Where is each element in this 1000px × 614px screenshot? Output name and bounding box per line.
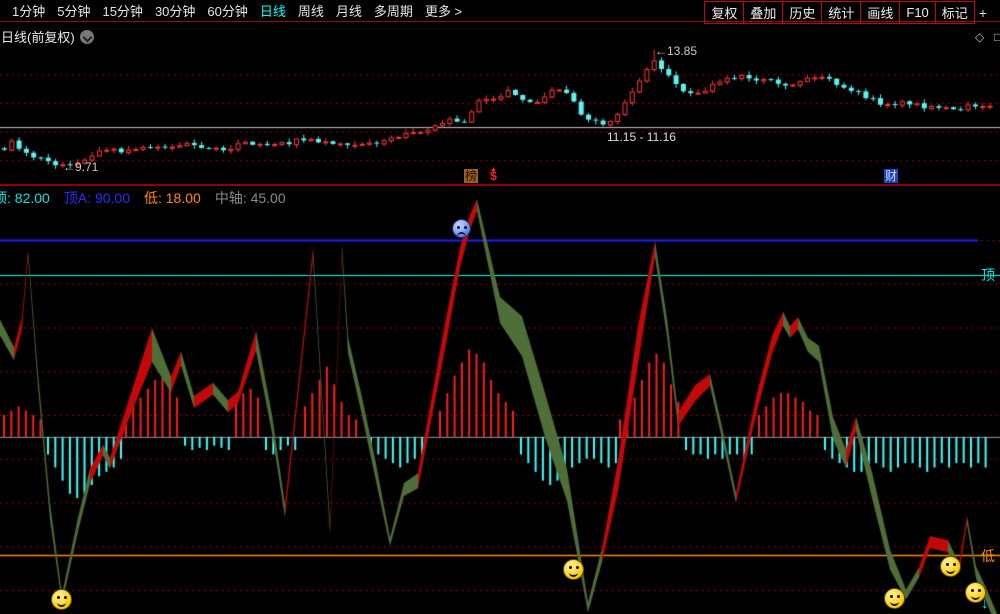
dollar-up-icon[interactable]: ▲$ xyxy=(490,167,497,180)
toolbar-button-复权[interactable]: 复权 xyxy=(704,1,744,24)
plus-button[interactable]: + xyxy=(979,5,987,21)
diamond-icon[interactable]: ◇ xyxy=(975,30,984,44)
low-price-label: ←9.71 xyxy=(63,160,98,174)
toolbar-button-标记[interactable]: 标记 xyxy=(935,1,975,24)
period-tabs: 1分钟 5分钟 15分钟 30分钟 60分钟日线周线月线多周期更多 > xyxy=(0,1,462,20)
period-tab-1分钟[interactable]: 1分钟 xyxy=(12,1,45,20)
period-toolbar: 1分钟 5分钟 15分钟 30分钟 60分钟日线周线月线多周期更多 > 复权叠加历史统计… xyxy=(0,0,1000,22)
indicator-param-低: 低: 18.00 xyxy=(144,190,201,206)
right-label-low: 低 xyxy=(981,546,995,566)
smiley-face-marker xyxy=(563,559,584,580)
panel-separator xyxy=(0,184,1000,186)
period-tab-月线[interactable]: 月线 xyxy=(336,1,362,20)
trading-app-window: 1分钟 5分钟 15分钟 30分钟 60分钟日线周线月线多周期更多 > 复权叠加历史统计… xyxy=(0,0,1000,614)
chart-title: 日线(前复权) xyxy=(1,27,75,46)
box-icon[interactable]: □ xyxy=(994,30,1000,44)
bang-badge[interactable]: 榜 xyxy=(464,169,478,183)
toolbar-button-画线[interactable]: 画线 xyxy=(860,1,900,24)
period-tab-周线[interactable]: 周线 xyxy=(298,1,324,20)
smiley-face-marker xyxy=(965,582,986,603)
dollar-sign: $ xyxy=(490,169,497,183)
high-price-label: ←13.85 xyxy=(655,44,697,58)
indicator-param-中轴: 中轴: 45.00 xyxy=(215,190,286,206)
cost-price-label: 11.15 - 11.16 xyxy=(607,130,676,144)
smiley-face-marker xyxy=(51,589,72,610)
indicator-param-顶A: 顶A: 90.00 xyxy=(64,190,130,206)
toolbar-button-叠加[interactable]: 叠加 xyxy=(743,1,783,24)
period-tab-5分钟[interactable]: 5分钟 xyxy=(57,1,90,20)
toolbar-buttons: 复权叠加历史统计画线F10标记+ xyxy=(705,1,987,24)
toolbar-button-F10[interactable]: F10 xyxy=(899,1,935,24)
chart-title-row: 日线(前复权) xyxy=(1,27,94,46)
period-tab-多周期[interactable]: 多周期 xyxy=(374,1,413,20)
period-tab-15分钟[interactable]: 15分钟 xyxy=(102,1,142,20)
period-tab-日线[interactable]: 日线 xyxy=(260,1,286,20)
chevron-down-icon[interactable] xyxy=(80,30,94,44)
period-tab-更多 >[interactable]: 更多 > xyxy=(425,1,462,20)
right-label-top: 顶 xyxy=(981,265,995,285)
toolbar-button-统计[interactable]: 统计 xyxy=(821,1,861,24)
indicator-param-顶: 顶: 82.00 xyxy=(0,190,50,206)
toolbar-button-历史[interactable]: 历史 xyxy=(782,1,822,24)
period-tab-30分钟[interactable]: 30分钟 xyxy=(155,1,195,20)
chart-canvas[interactable] xyxy=(0,0,1000,614)
indicator-header: 顶: 82.00 顶A: 90.00 低: 18.00 中轴: 45.00 xyxy=(0,188,300,208)
smiley-face-marker xyxy=(940,556,961,577)
cai-badge[interactable]: 财 xyxy=(884,169,898,183)
period-tab-60分钟[interactable]: 60分钟 xyxy=(207,1,247,20)
sad-face-marker xyxy=(452,219,471,238)
smiley-face-marker xyxy=(884,588,905,609)
